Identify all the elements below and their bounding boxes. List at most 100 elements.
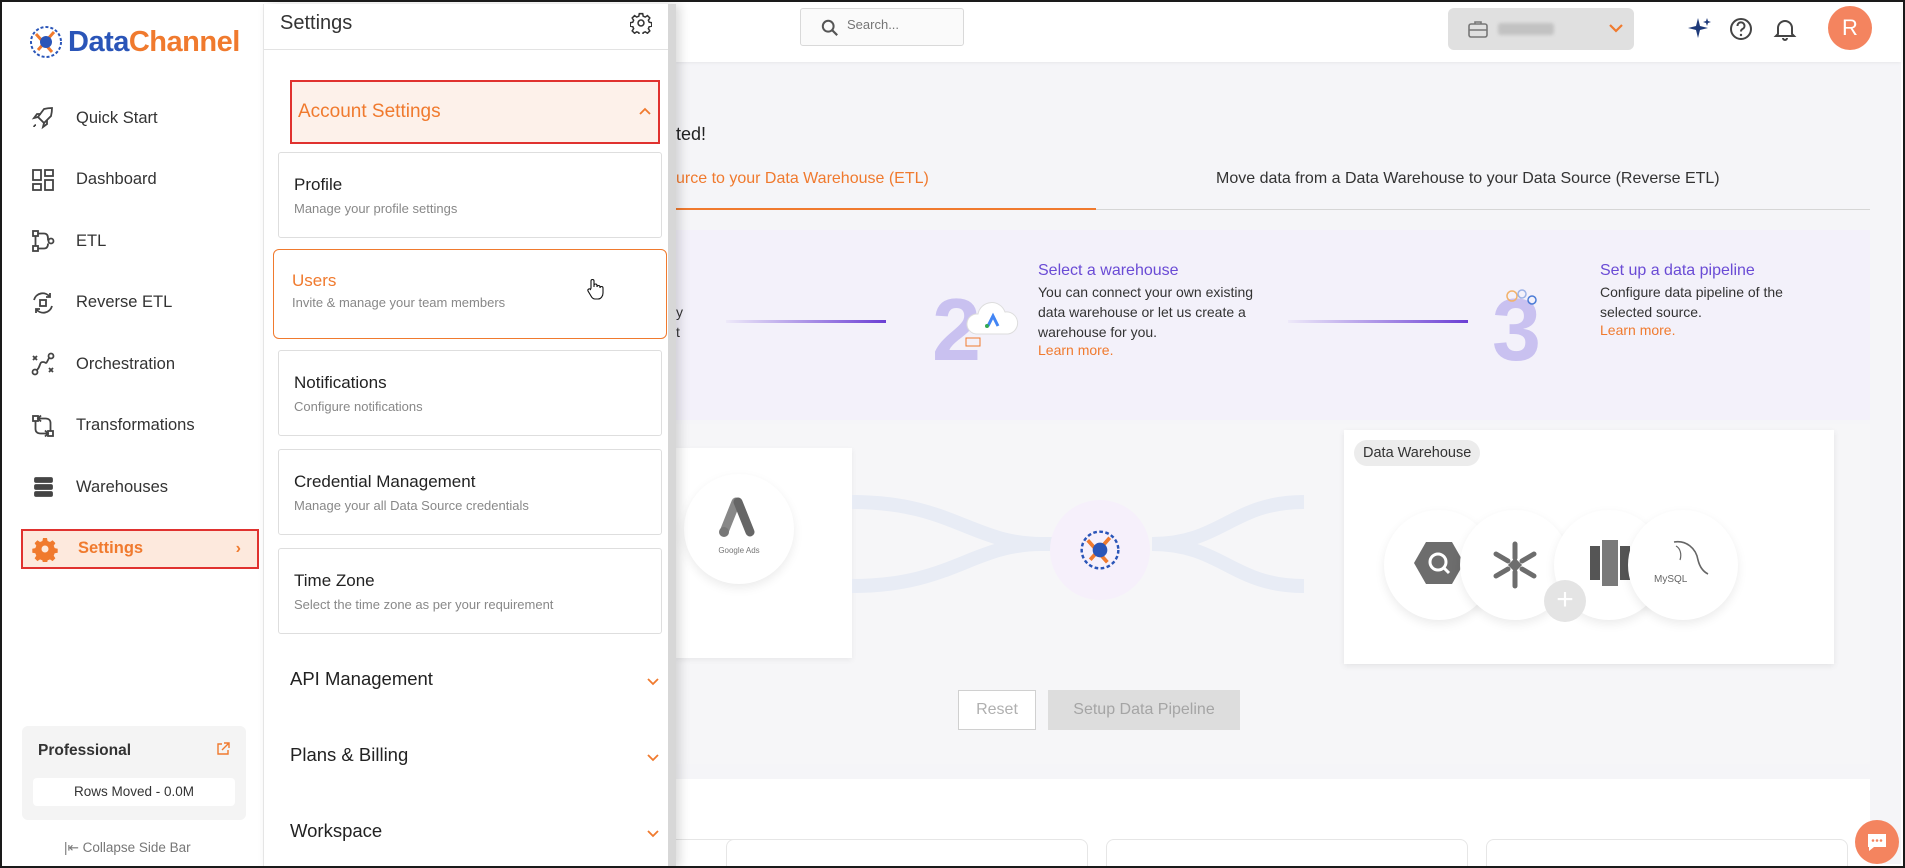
bigquery-icon xyxy=(1414,542,1464,584)
sidebar-item-label: Transformations xyxy=(76,416,195,434)
sidebar-nav: Quick Start Dashboard ETL Reverse ETL Or… xyxy=(4,98,264,590)
chevron-down-icon xyxy=(647,678,659,686)
card-title: Time Zone xyxy=(294,571,375,590)
help-icon[interactable] xyxy=(1728,16,1754,42)
step2-description: You can connect your own existing data w… xyxy=(1038,284,1254,340)
brand-name-part1: Data xyxy=(68,25,129,58)
card-title: Notifications xyxy=(294,373,387,392)
workspace-selector[interactable] xyxy=(1448,8,1634,50)
plans-billing-section[interactable]: Plans & Billing xyxy=(290,744,660,774)
search-input[interactable] xyxy=(847,17,957,32)
search-box[interactable] xyxy=(800,8,964,46)
chat-button[interactable] xyxy=(1855,820,1899,864)
source-card: Google Ads xyxy=(676,448,852,658)
step2-title: Select a warehouse xyxy=(1038,262,1179,279)
reverse-etl-icon xyxy=(33,291,53,314)
external-link-icon[interactable] xyxy=(216,742,230,756)
briefcase-icon xyxy=(1468,21,1488,38)
chevron-down-icon xyxy=(647,754,659,762)
sidebar-item-orchestration[interactable]: Orchestration xyxy=(4,344,264,384)
sidebar-item-label: Quick Start xyxy=(76,108,158,127)
mysql-logo[interactable]: MySQL xyxy=(1628,510,1738,620)
notifications-card[interactable]: Notifications Configure notifications xyxy=(278,350,662,436)
sidebar-item-label: ETL xyxy=(76,231,107,250)
step2-learn-more[interactable]: Learn more. xyxy=(1038,342,1113,358)
sidebar-item-etl[interactable]: ETL xyxy=(4,221,264,261)
brand-name-part2: Channel xyxy=(128,25,240,58)
chevron-up-icon xyxy=(639,107,651,115)
sidebar-item-warehouses[interactable]: Warehouses xyxy=(4,467,264,507)
step3-learn-more[interactable]: Learn more. xyxy=(1600,322,1675,338)
sparkle-icon[interactable] xyxy=(1686,16,1712,42)
sidebar-item-label: Reverse ETL xyxy=(76,293,173,311)
pipeline-builder: Google Ads Data Warehouse MySQL + Reset … xyxy=(676,424,1870,764)
settings-header: Settings xyxy=(264,4,668,50)
tab-reverse-etl[interactable]: Move data from a Data Warehouse to your … xyxy=(1216,170,1720,188)
sidebar: DataChannel Quick Start Dashboard ETL Re… xyxy=(4,4,264,866)
bell-icon[interactable] xyxy=(1772,16,1798,42)
time-zone-card[interactable]: Time Zone Select the time zone as per yo… xyxy=(278,548,662,634)
api-management-section[interactable]: API Management xyxy=(290,668,660,698)
card-description: Invite & manage your team members xyxy=(292,295,506,310)
datachannel-logo[interactable]: DataChannel xyxy=(28,24,240,60)
warehouses-icon xyxy=(34,477,53,497)
gear-icon[interactable] xyxy=(630,12,652,34)
plan-title: Professional xyxy=(38,742,132,759)
warehouse-card: Data Warehouse MySQL + xyxy=(1344,430,1834,664)
google-ads-logo[interactable]: Google Ads xyxy=(684,474,794,584)
profile-card[interactable]: Profile Manage your profile settings xyxy=(278,152,662,238)
sidebar-item-label: Orchestration xyxy=(76,354,176,373)
sidebar-item-quick-start[interactable]: Quick Start xyxy=(4,98,264,138)
main-area: R ted! urce to your Data Warehouse (ETL)… xyxy=(636,4,1901,866)
sidebar-item-settings[interactable]: Settings › xyxy=(21,528,259,569)
welcome-banner: ted! xyxy=(676,124,707,144)
bottom-card xyxy=(726,839,1088,866)
card-description: Configure notifications xyxy=(294,399,423,414)
datachannel-hub xyxy=(1050,500,1150,600)
reset-button[interactable]: Reset xyxy=(958,690,1036,730)
pipeline-tabs: urce to your Data Warehouse (ETL) Move d… xyxy=(676,164,1870,210)
step1-fragment: t xyxy=(676,324,680,340)
collapse-icon: |⇤ xyxy=(64,840,83,855)
workspace-section[interactable]: Workspace xyxy=(290,820,660,850)
chevron-down-icon xyxy=(1609,24,1623,33)
bottom-cards xyxy=(636,779,1870,866)
rows-moved: Rows Moved - 0.0M xyxy=(33,778,235,806)
plan-card: Professional Rows Moved - 0.0M xyxy=(22,726,246,820)
setup-pipeline-button[interactable]: Setup Data Pipeline xyxy=(1048,690,1240,730)
transformations-icon xyxy=(32,414,54,437)
top-bar: R xyxy=(676,4,1901,62)
workspace-name-blurred xyxy=(1498,23,1554,35)
hand-cursor-icon xyxy=(587,279,604,300)
collapse-label: Collapse Side Bar xyxy=(82,840,191,855)
step-connector xyxy=(1288,320,1468,323)
chevron-down-icon xyxy=(647,830,659,838)
card-title: Profile xyxy=(294,175,343,194)
step3-title: Set up a data pipeline xyxy=(1600,262,1755,279)
sidebar-item-label: Settings xyxy=(78,539,144,557)
section-label: Workspace xyxy=(290,820,383,841)
bottom-card xyxy=(1106,839,1468,866)
rocket-icon xyxy=(31,107,53,130)
sidebar-item-label: Dashboard xyxy=(76,170,157,188)
credential-management-card[interactable]: Credential Management Manage your all Da… xyxy=(278,449,662,535)
sidebar-item-dashboard[interactable]: Dashboard xyxy=(4,160,264,200)
card-title: Users xyxy=(292,271,337,290)
chat-icon xyxy=(1868,834,1886,851)
chevron-right-icon: › xyxy=(235,539,241,557)
account-settings-toggle[interactable]: Account Settings xyxy=(290,80,660,144)
etl-icon xyxy=(32,230,55,252)
collapse-sidebar-button[interactable]: |⇤ Collapse Side Bar xyxy=(64,840,191,856)
step-connector xyxy=(726,320,886,323)
tab-etl[interactable]: urce to your Data Warehouse (ETL) xyxy=(676,170,1096,210)
sidebar-item-reverse-etl[interactable]: Reverse ETL xyxy=(4,283,264,323)
avatar[interactable]: R xyxy=(1828,6,1872,50)
users-card[interactable]: Users Invite & manage your team members xyxy=(273,249,667,339)
sidebar-item-transformations[interactable]: Transformations xyxy=(4,406,264,446)
mysql-label: MySQL xyxy=(1654,574,1688,585)
bottom-card xyxy=(1486,839,1848,866)
google-ads-icon xyxy=(719,497,755,537)
section-label: API Management xyxy=(290,668,433,689)
add-warehouse-button[interactable]: + xyxy=(1544,580,1586,622)
pipeline-nodes-icon xyxy=(1506,289,1537,305)
